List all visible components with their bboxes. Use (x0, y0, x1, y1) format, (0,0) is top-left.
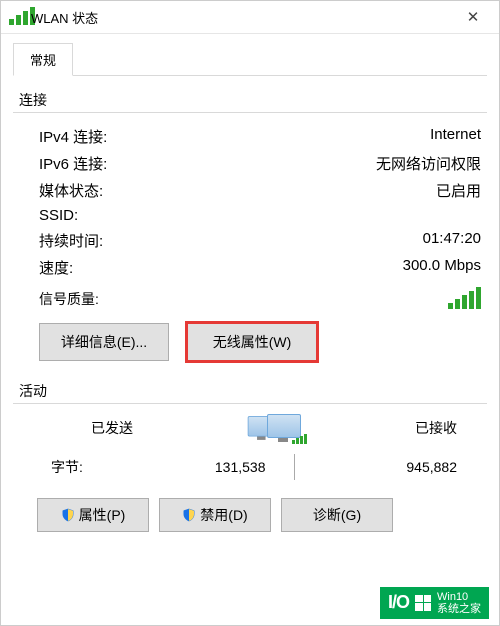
details-button[interactable]: 详细信息(E)... (39, 323, 169, 361)
shield-icon (61, 508, 75, 522)
watermark-logo: I/O (388, 592, 409, 613)
watermark-line1: Win10 (437, 591, 481, 603)
activity-header: 已发送 已接收 (13, 414, 487, 442)
row-media-state: 媒体状态: 已启用 (13, 177, 487, 204)
row-signal: 信号质量: (13, 281, 487, 315)
shield-icon (182, 508, 196, 522)
ipv6-value: 无网络访问权限 (376, 153, 481, 174)
disable-button-label: 禁用(D) (200, 505, 247, 525)
properties-button-label: 属性(P) (79, 505, 126, 525)
received-label: 已接收 (415, 418, 457, 438)
diagnose-button-label: 诊断(G) (313, 505, 361, 525)
watermark: I/O Win10 系统之家 (380, 587, 489, 619)
windows-logo-icon (415, 595, 431, 611)
ipv4-label: IPv4 连接: (39, 126, 107, 147)
media-label: 媒体状态: (39, 180, 103, 201)
speed-value: 300.0 Mbps (403, 257, 481, 278)
section-connection-label: 连接 (19, 90, 487, 110)
ssid-label: SSID: (39, 207, 78, 224)
window-title: WLAN 状态 (31, 8, 455, 27)
activity-monitors-icon (245, 414, 303, 442)
row-ipv6: IPv6 连接: 无网络访问权限 (13, 150, 487, 177)
ipv4-value: Internet (430, 126, 481, 147)
row-duration: 持续时间: 01:47:20 (13, 227, 487, 254)
wireless-properties-button[interactable]: 无线属性(W) (187, 323, 317, 361)
row-ipv4: IPv4 连接: Internet (13, 123, 487, 150)
signal-bars-icon (448, 287, 481, 309)
tab-strip: 常规 (13, 42, 487, 76)
row-ssid: SSID: (13, 204, 487, 227)
bytes-received-value: 945,882 (323, 459, 458, 475)
diagnose-button[interactable]: 诊断(G) (281, 498, 393, 532)
title-bar: WLAN 状态 ✕ (1, 1, 499, 34)
activity-bytes-row: 字节: 131,538 945,882 (13, 442, 487, 486)
ipv6-label: IPv6 连接: (39, 153, 107, 174)
wlan-signal-icon (9, 9, 25, 25)
close-button[interactable]: ✕ (455, 5, 491, 29)
watermark-line2: 系统之家 (437, 603, 481, 615)
properties-button[interactable]: 属性(P) (37, 498, 149, 532)
row-speed: 速度: 300.0 Mbps (13, 254, 487, 281)
duration-value: 01:47:20 (423, 230, 481, 251)
media-value: 已启用 (436, 180, 481, 201)
duration-label: 持续时间: (39, 230, 103, 251)
speed-label: 速度: (39, 257, 73, 278)
tab-general[interactable]: 常规 (13, 43, 73, 76)
bytes-label: 字节: (51, 457, 131, 477)
bytes-sent-value: 131,538 (131, 459, 266, 475)
section-activity-label: 活动 (19, 381, 487, 401)
sent-label: 已发送 (91, 418, 133, 438)
disable-button[interactable]: 禁用(D) (159, 498, 271, 532)
signal-label: 信号质量: (39, 289, 99, 309)
